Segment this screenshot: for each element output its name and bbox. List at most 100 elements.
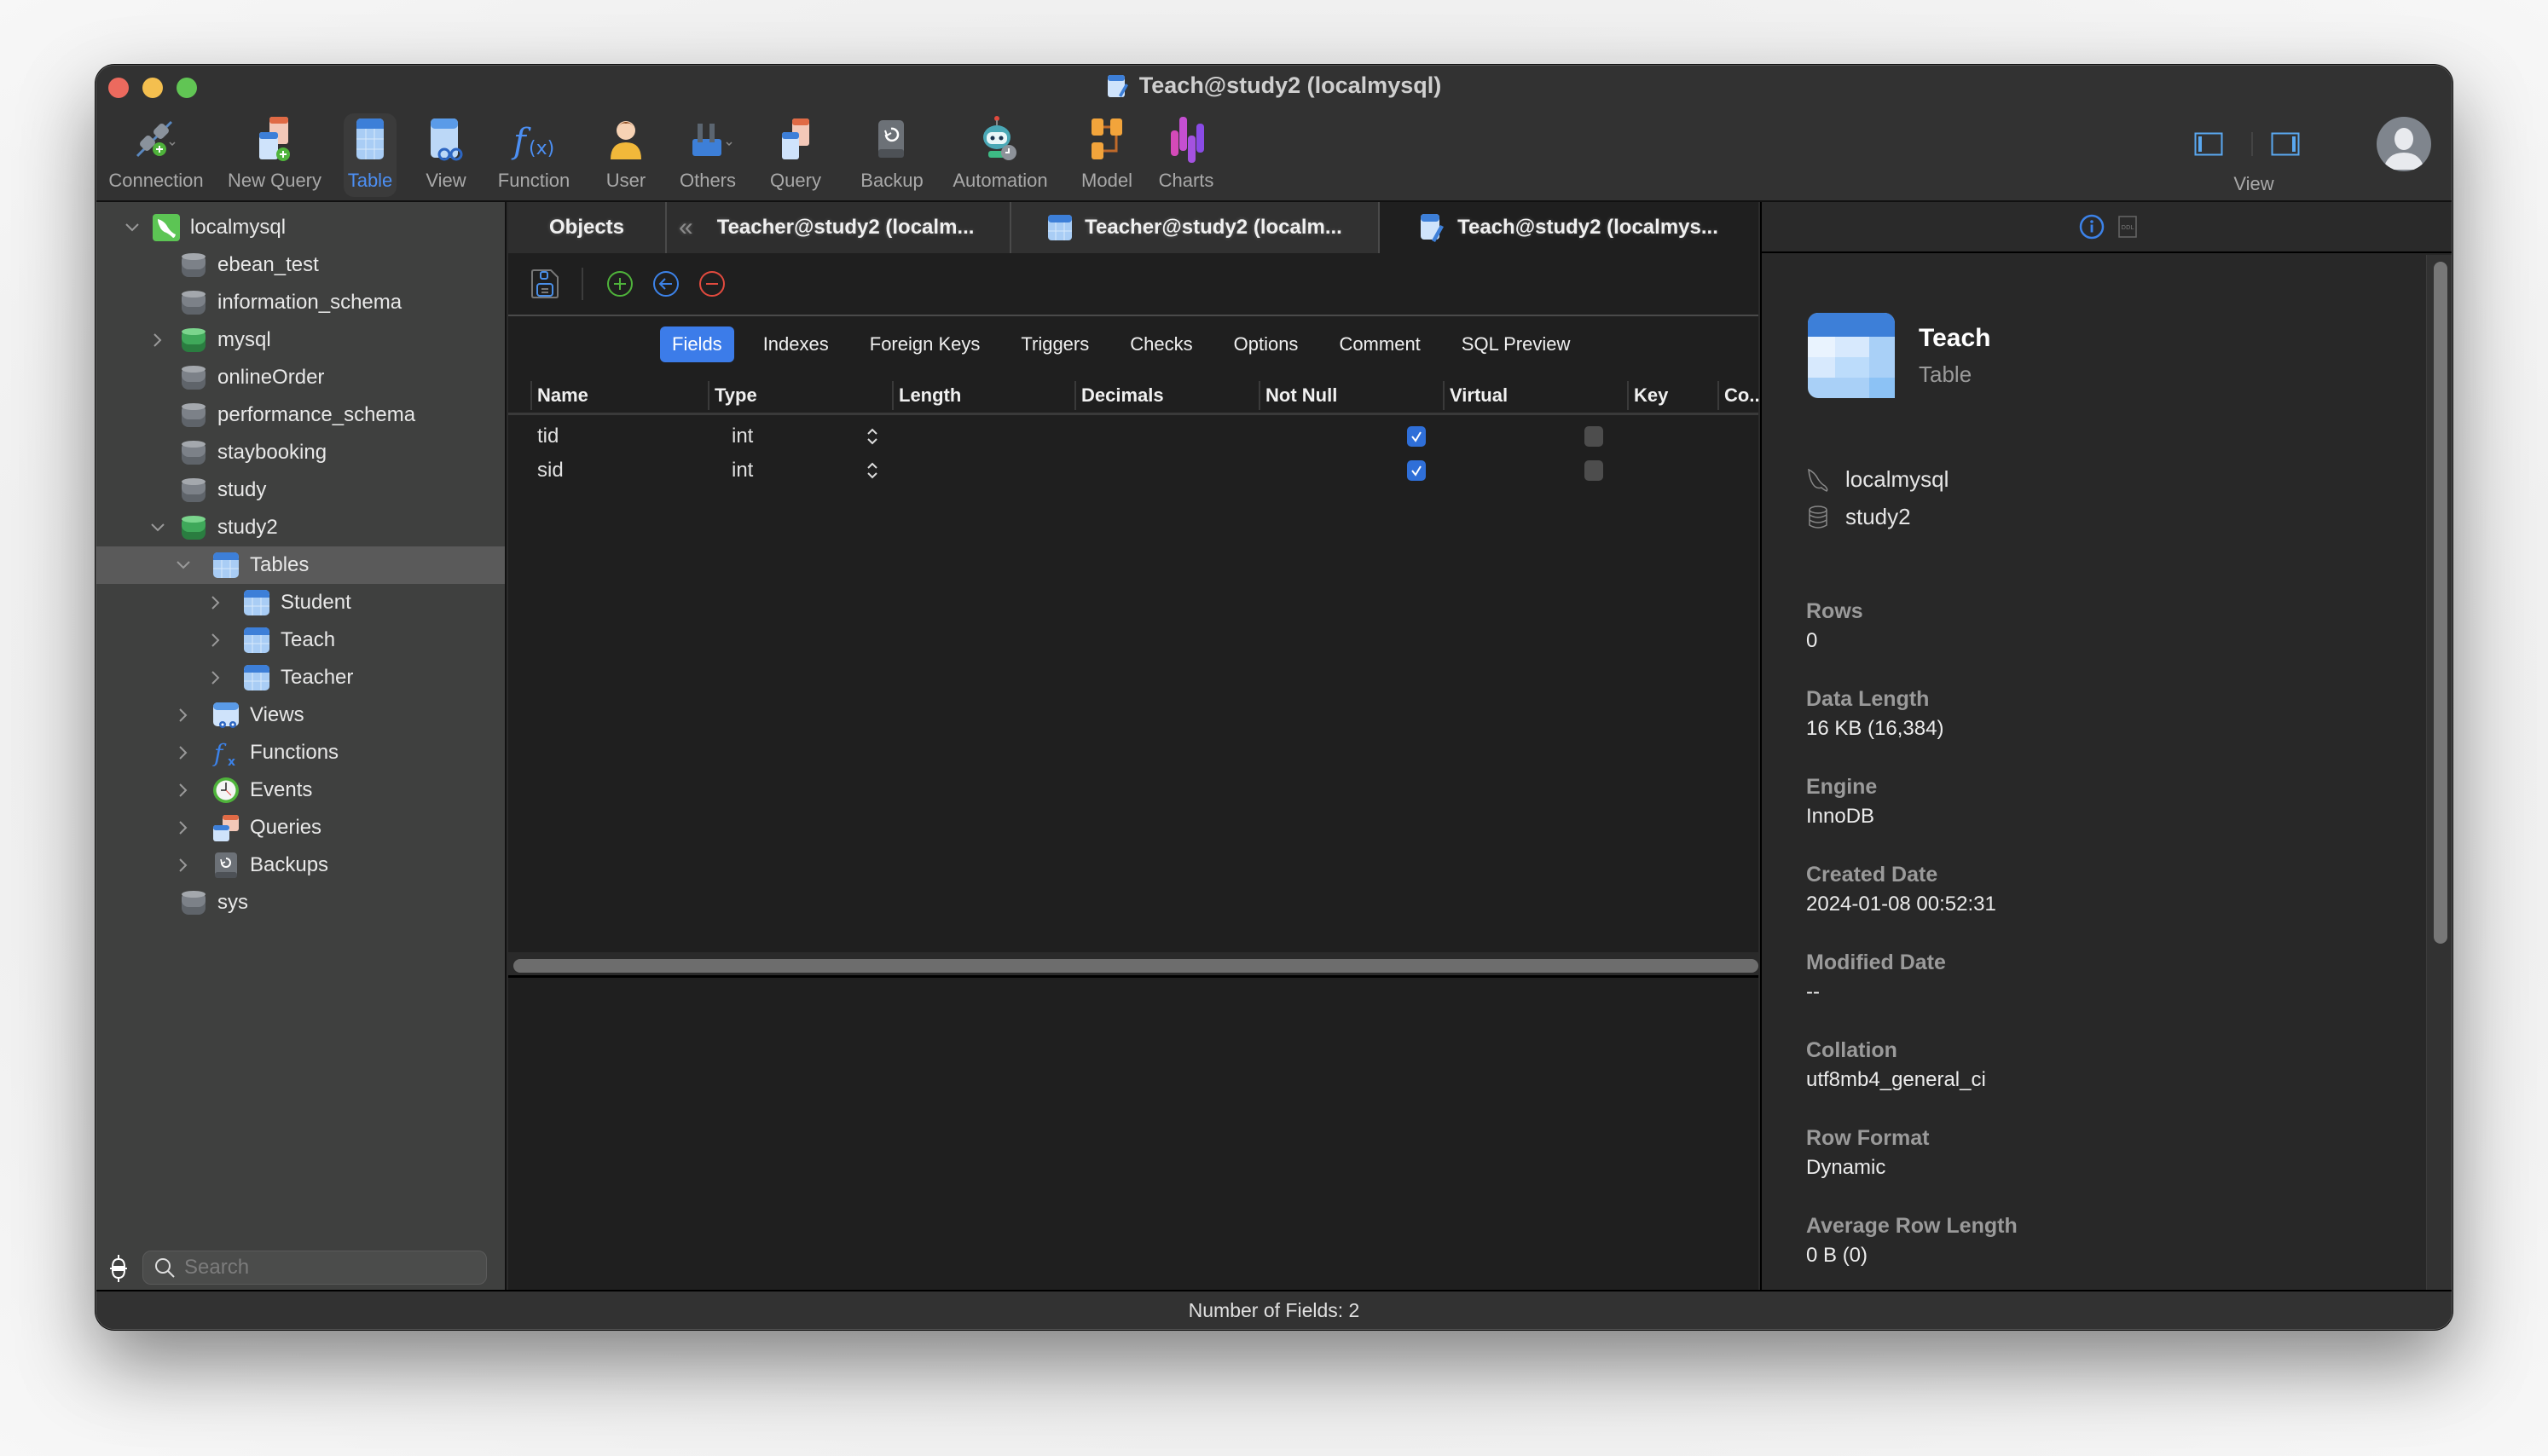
property-data-length: Data Length 16 KB (16,384) — [1806, 687, 1943, 741]
sidebar-search-input[interactable] — [184, 1256, 474, 1280]
column-header-not-null[interactable]: Not Null — [1259, 381, 1443, 410]
object-header: Teach Table — [1806, 311, 1990, 400]
toolbar-new-query-button[interactable]: New Query — [221, 113, 328, 197]
tree-item-functions[interactable]: f x Functions — [96, 734, 505, 771]
tree-item-label: Student — [281, 591, 351, 614]
column-header-virtual[interactable]: Virtual — [1443, 381, 1627, 410]
column-header-key[interactable]: Key — [1627, 381, 1717, 410]
subtab-indexes[interactable]: Indexes — [751, 326, 841, 362]
chevron-right-icon[interactable] — [148, 330, 168, 350]
toolbar-automation-button[interactable]: Automation — [946, 113, 1055, 197]
tree-item-label: staybooking — [217, 441, 327, 464]
designer-subtabs: Fields Indexes Foreign Keys Triggers Checks O… — [508, 316, 1758, 373]
column-header-type[interactable]: Type — [708, 381, 892, 410]
add-field-button[interactable] — [605, 269, 634, 298]
subtab-comment[interactable]: Comment — [1327, 326, 1432, 362]
toggle-right-panel-icon[interactable] — [2271, 132, 2300, 156]
toolbar-label: New Query — [227, 170, 322, 191]
subtab-foreign-keys[interactable]: Foreign Keys — [858, 326, 993, 362]
insert-field-button[interactable] — [651, 269, 680, 298]
chevron-right-icon[interactable] — [206, 630, 226, 650]
column-header-name[interactable]: Name — [530, 381, 708, 410]
tree-item-study[interactable]: study — [96, 471, 505, 509]
save-button[interactable] — [530, 269, 559, 298]
user-avatar[interactable] — [2377, 117, 2431, 171]
subtab-fields[interactable]: Fields — [660, 326, 734, 362]
toolbar-table-button[interactable]: Table — [344, 113, 397, 197]
double-chevron-left-icon[interactable]: « — [679, 213, 693, 242]
info-icon[interactable] — [2079, 214, 2105, 240]
chevron-down-icon[interactable] — [173, 555, 194, 575]
toolbar-connection-button[interactable]: Connection — [105, 113, 207, 197]
tab-teach-active[interactable]: Teach@study2 (localmys... — [1380, 202, 1758, 253]
toolbar-others-button[interactable]: Others — [669, 113, 746, 197]
column-header-decimals[interactable]: Decimals — [1074, 381, 1259, 410]
horizontal-scrollbar-thumb[interactable] — [513, 959, 1758, 973]
chevron-right-icon[interactable] — [173, 780, 194, 800]
horizontal-scrollbar[interactable] — [508, 952, 1758, 978]
tree-item-events[interactable]: Events — [96, 771, 505, 809]
tree-item-teach[interactable]: Teach — [96, 621, 505, 659]
not-null-checkbox[interactable] — [1407, 454, 1426, 487]
toolbar-query-button[interactable]: Query — [762, 113, 830, 197]
tree-item-staybooking[interactable]: staybooking — [96, 434, 505, 471]
toolbar-divider — [582, 268, 583, 300]
toolbar-function-button[interactable]: f (x) Function — [489, 113, 579, 197]
tree-item-study2[interactable]: study2 — [96, 509, 505, 546]
tree-item-performance-schema[interactable]: performance_schema — [96, 396, 505, 434]
tree-item-tables[interactable]: Tables — [96, 546, 505, 584]
tab-objects[interactable]: Objects — [508, 202, 667, 253]
info-panel-scrollbar[interactable] — [2426, 255, 2452, 1291]
subtab-options[interactable]: Options — [1222, 326, 1311, 362]
not-null-checkbox[interactable] — [1407, 420, 1426, 453]
field-name-cell[interactable]: sid — [537, 454, 564, 487]
connection-context: localmysql — [1806, 466, 1949, 493]
chevron-right-icon[interactable] — [173, 742, 194, 763]
field-row[interactable]: tid int — [508, 420, 1758, 453]
toolbar-view-button[interactable]: View — [415, 113, 477, 197]
chevron-down-icon[interactable] — [148, 517, 168, 538]
tree-item-views[interactable]: Views — [96, 696, 505, 734]
field-type-cell[interactable]: int — [732, 420, 753, 453]
tree-item-onlineorder[interactable]: onlineOrder — [96, 359, 505, 396]
connection-filter-icon[interactable] — [108, 1254, 129, 1283]
toolbar-backup-button[interactable]: Backup — [855, 113, 929, 197]
type-stepper-icon[interactable] — [866, 454, 878, 487]
ddl-icon[interactable]: DDL — [2117, 216, 2137, 238]
virtual-checkbox[interactable] — [1584, 420, 1603, 453]
tree-item-queries[interactable]: Queries — [96, 809, 505, 846]
delete-field-button[interactable] — [698, 269, 727, 298]
toolbar-charts-button[interactable]: Charts — [1152, 113, 1220, 197]
field-name-cell[interactable]: tid — [537, 420, 559, 453]
tree-item-backups[interactable]: Backups — [96, 846, 505, 884]
chevron-right-icon[interactable] — [173, 855, 194, 875]
type-stepper-icon[interactable] — [866, 420, 878, 453]
field-type-cell[interactable]: int — [732, 454, 753, 487]
virtual-checkbox[interactable] — [1584, 454, 1603, 487]
tree-item-ebean-test[interactable]: ebean_test — [96, 246, 505, 284]
info-panel-scrollbar-thumb[interactable] — [2434, 262, 2447, 944]
chevron-right-icon[interactable] — [206, 592, 226, 613]
subtab-checks[interactable]: Checks — [1118, 326, 1204, 362]
chevron-right-icon[interactable] — [206, 667, 226, 688]
chevron-down-icon[interactable] — [122, 217, 142, 238]
tree-item-sys[interactable]: sys — [96, 884, 505, 922]
toggle-left-panel-icon[interactable] — [2194, 132, 2223, 156]
chevron-right-icon[interactable] — [173, 818, 194, 838]
tree-item-information-schema[interactable]: information_schema — [96, 284, 505, 321]
field-row[interactable]: sid int — [508, 454, 1758, 487]
tab-teacher-1[interactable]: « Teacher@study2 (localm... — [667, 202, 1011, 253]
svg-text:x: x — [228, 755, 235, 766]
tree-item-localmysql[interactable]: localmysql — [96, 209, 505, 246]
tree-item-mysql[interactable]: mysql — [96, 321, 505, 359]
tree-item-student[interactable]: Student — [96, 584, 505, 621]
column-header-length[interactable]: Length — [892, 381, 1074, 410]
toolbar-user-button[interactable]: User — [599, 113, 652, 197]
column-header-co-[interactable]: Co... — [1717, 381, 1765, 410]
tree-item-teacher[interactable]: Teacher — [96, 659, 505, 696]
subtab-sql-preview[interactable]: SQL Preview — [1450, 326, 1583, 362]
toolbar-model-button[interactable]: Model — [1075, 113, 1138, 197]
tab-teacher-2[interactable]: Teacher@study2 (localm... — [1011, 202, 1380, 253]
chevron-right-icon[interactable] — [173, 705, 194, 725]
subtab-triggers[interactable]: Triggers — [1009, 326, 1101, 362]
